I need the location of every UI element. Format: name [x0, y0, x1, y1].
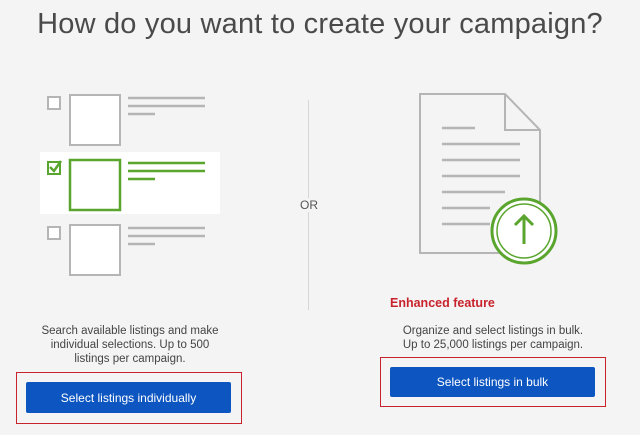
item-thumbnail [69, 94, 121, 146]
upload-arrow-icon [490, 197, 558, 265]
individual-button-highlight: Select listings individually [16, 372, 242, 424]
select-listings-in-bulk-button[interactable]: Select listings in bulk [390, 367, 595, 397]
unchecked-box-icon [47, 96, 61, 110]
upload-document-illustration [419, 93, 558, 265]
description-line: Search available listings and make [41, 325, 219, 337]
description-line: Up to 25,000 listings per campaign. [402, 339, 584, 351]
or-label: OR [296, 198, 322, 212]
item-thumbnail [69, 224, 121, 276]
enhanced-feature-badge: Enhanced feature [390, 296, 495, 310]
description-line: individual selections. Up to 500 [50, 339, 210, 351]
individual-description: Search available listings and make indiv… [20, 324, 240, 366]
page-title: How do you want to create your campaign? [37, 8, 603, 40]
bulk-description: Organize and select listings in bulk. Up… [378, 324, 608, 352]
select-listings-individually-button[interactable]: Select listings individually [26, 382, 231, 413]
unchecked-box-icon [47, 226, 61, 240]
bulk-button-highlight: Select listings in bulk [380, 357, 606, 407]
description-line: Organize and select listings in bulk. [402, 325, 584, 337]
description-line: listings per campaign. [74, 353, 186, 365]
item-thumbnail-selected [68, 158, 122, 212]
checkbox-list-illustration [40, 94, 220, 276]
highlighted-row [40, 152, 220, 214]
